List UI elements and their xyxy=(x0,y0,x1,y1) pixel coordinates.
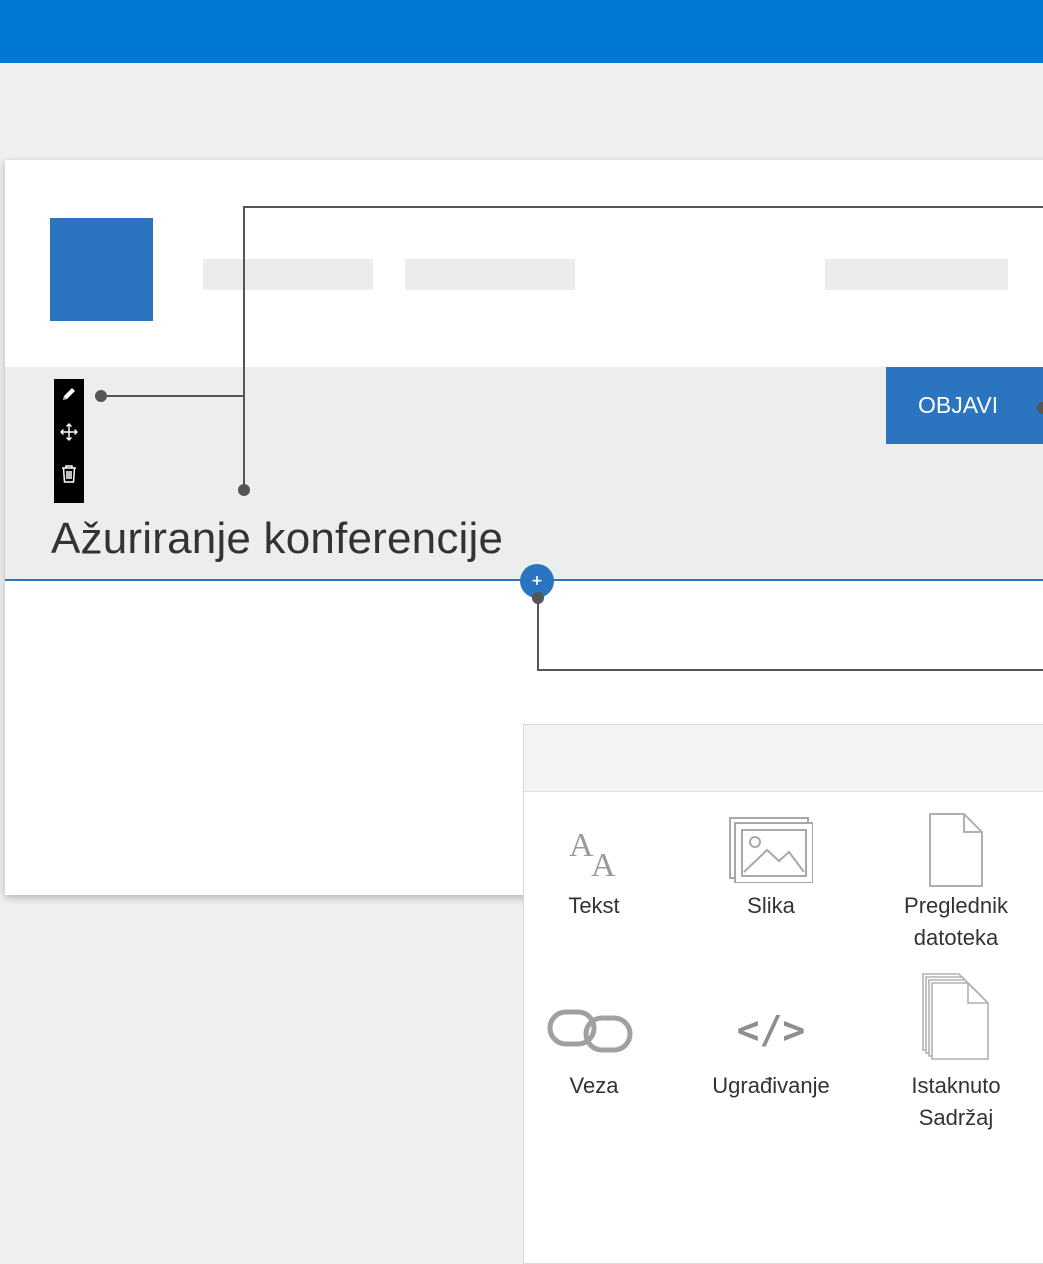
embed-icon: </> xyxy=(686,990,856,1070)
page-title[interactable]: Ažuriranje konferencije xyxy=(51,514,503,564)
site-logo xyxy=(50,218,153,321)
toolbox-item-label: Istaknuto xyxy=(911,1073,1001,1098)
toolbox-item-label: Preglednik xyxy=(904,893,1008,918)
toolbox-item-file-viewer[interactable]: Preglednik datoteka xyxy=(871,810,1041,954)
trash-icon[interactable] xyxy=(58,463,80,485)
pencil-icon[interactable] xyxy=(58,383,80,405)
app-top-bar xyxy=(0,0,1043,63)
svg-text:A: A xyxy=(591,847,616,880)
toolbox-item-embed[interactable]: </> Ugrađivanje xyxy=(686,990,856,1102)
toolbox-item-link[interactable]: Veza xyxy=(509,990,679,1102)
nav-placeholder-3 xyxy=(825,259,1008,290)
stacked-files-icon xyxy=(871,965,1041,1070)
add-section-button[interactable]: + xyxy=(520,564,554,598)
toolbox-item-label: Ugrađivanje xyxy=(712,1073,830,1098)
toolbox-item-label-2: datoteka xyxy=(913,925,999,950)
toolbox-item-highlighted-content[interactable]: Istaknuto Sadržaj xyxy=(871,965,1041,1134)
image-icon xyxy=(686,810,856,890)
toolbox-item-label: Tekst xyxy=(568,893,620,918)
publish-button[interactable]: OBJAVI xyxy=(886,367,1043,444)
toolbox-item-label-2: Sadržaj xyxy=(918,1105,994,1130)
file-icon xyxy=(871,810,1041,890)
toolbox-item-image[interactable]: Slika xyxy=(686,810,856,922)
nav-placeholder-2 xyxy=(405,259,575,290)
text-icon: A A xyxy=(509,810,679,890)
move-icon[interactable] xyxy=(58,421,80,443)
nav-placeholder-1 xyxy=(203,259,373,290)
svg-text:</>: </> xyxy=(737,1008,806,1052)
toolbox-item-label: Slika xyxy=(747,893,795,918)
toolbox-panel: A A Tekst Slika Preglednik datoteka Veza… xyxy=(523,724,1043,1264)
webpart-toolbar xyxy=(54,379,84,503)
toolbox-item-text[interactable]: A A Tekst xyxy=(509,810,679,922)
link-icon xyxy=(509,990,679,1070)
toolbox-item-label: Veza xyxy=(569,1073,619,1098)
toolbox-header xyxy=(524,725,1043,792)
